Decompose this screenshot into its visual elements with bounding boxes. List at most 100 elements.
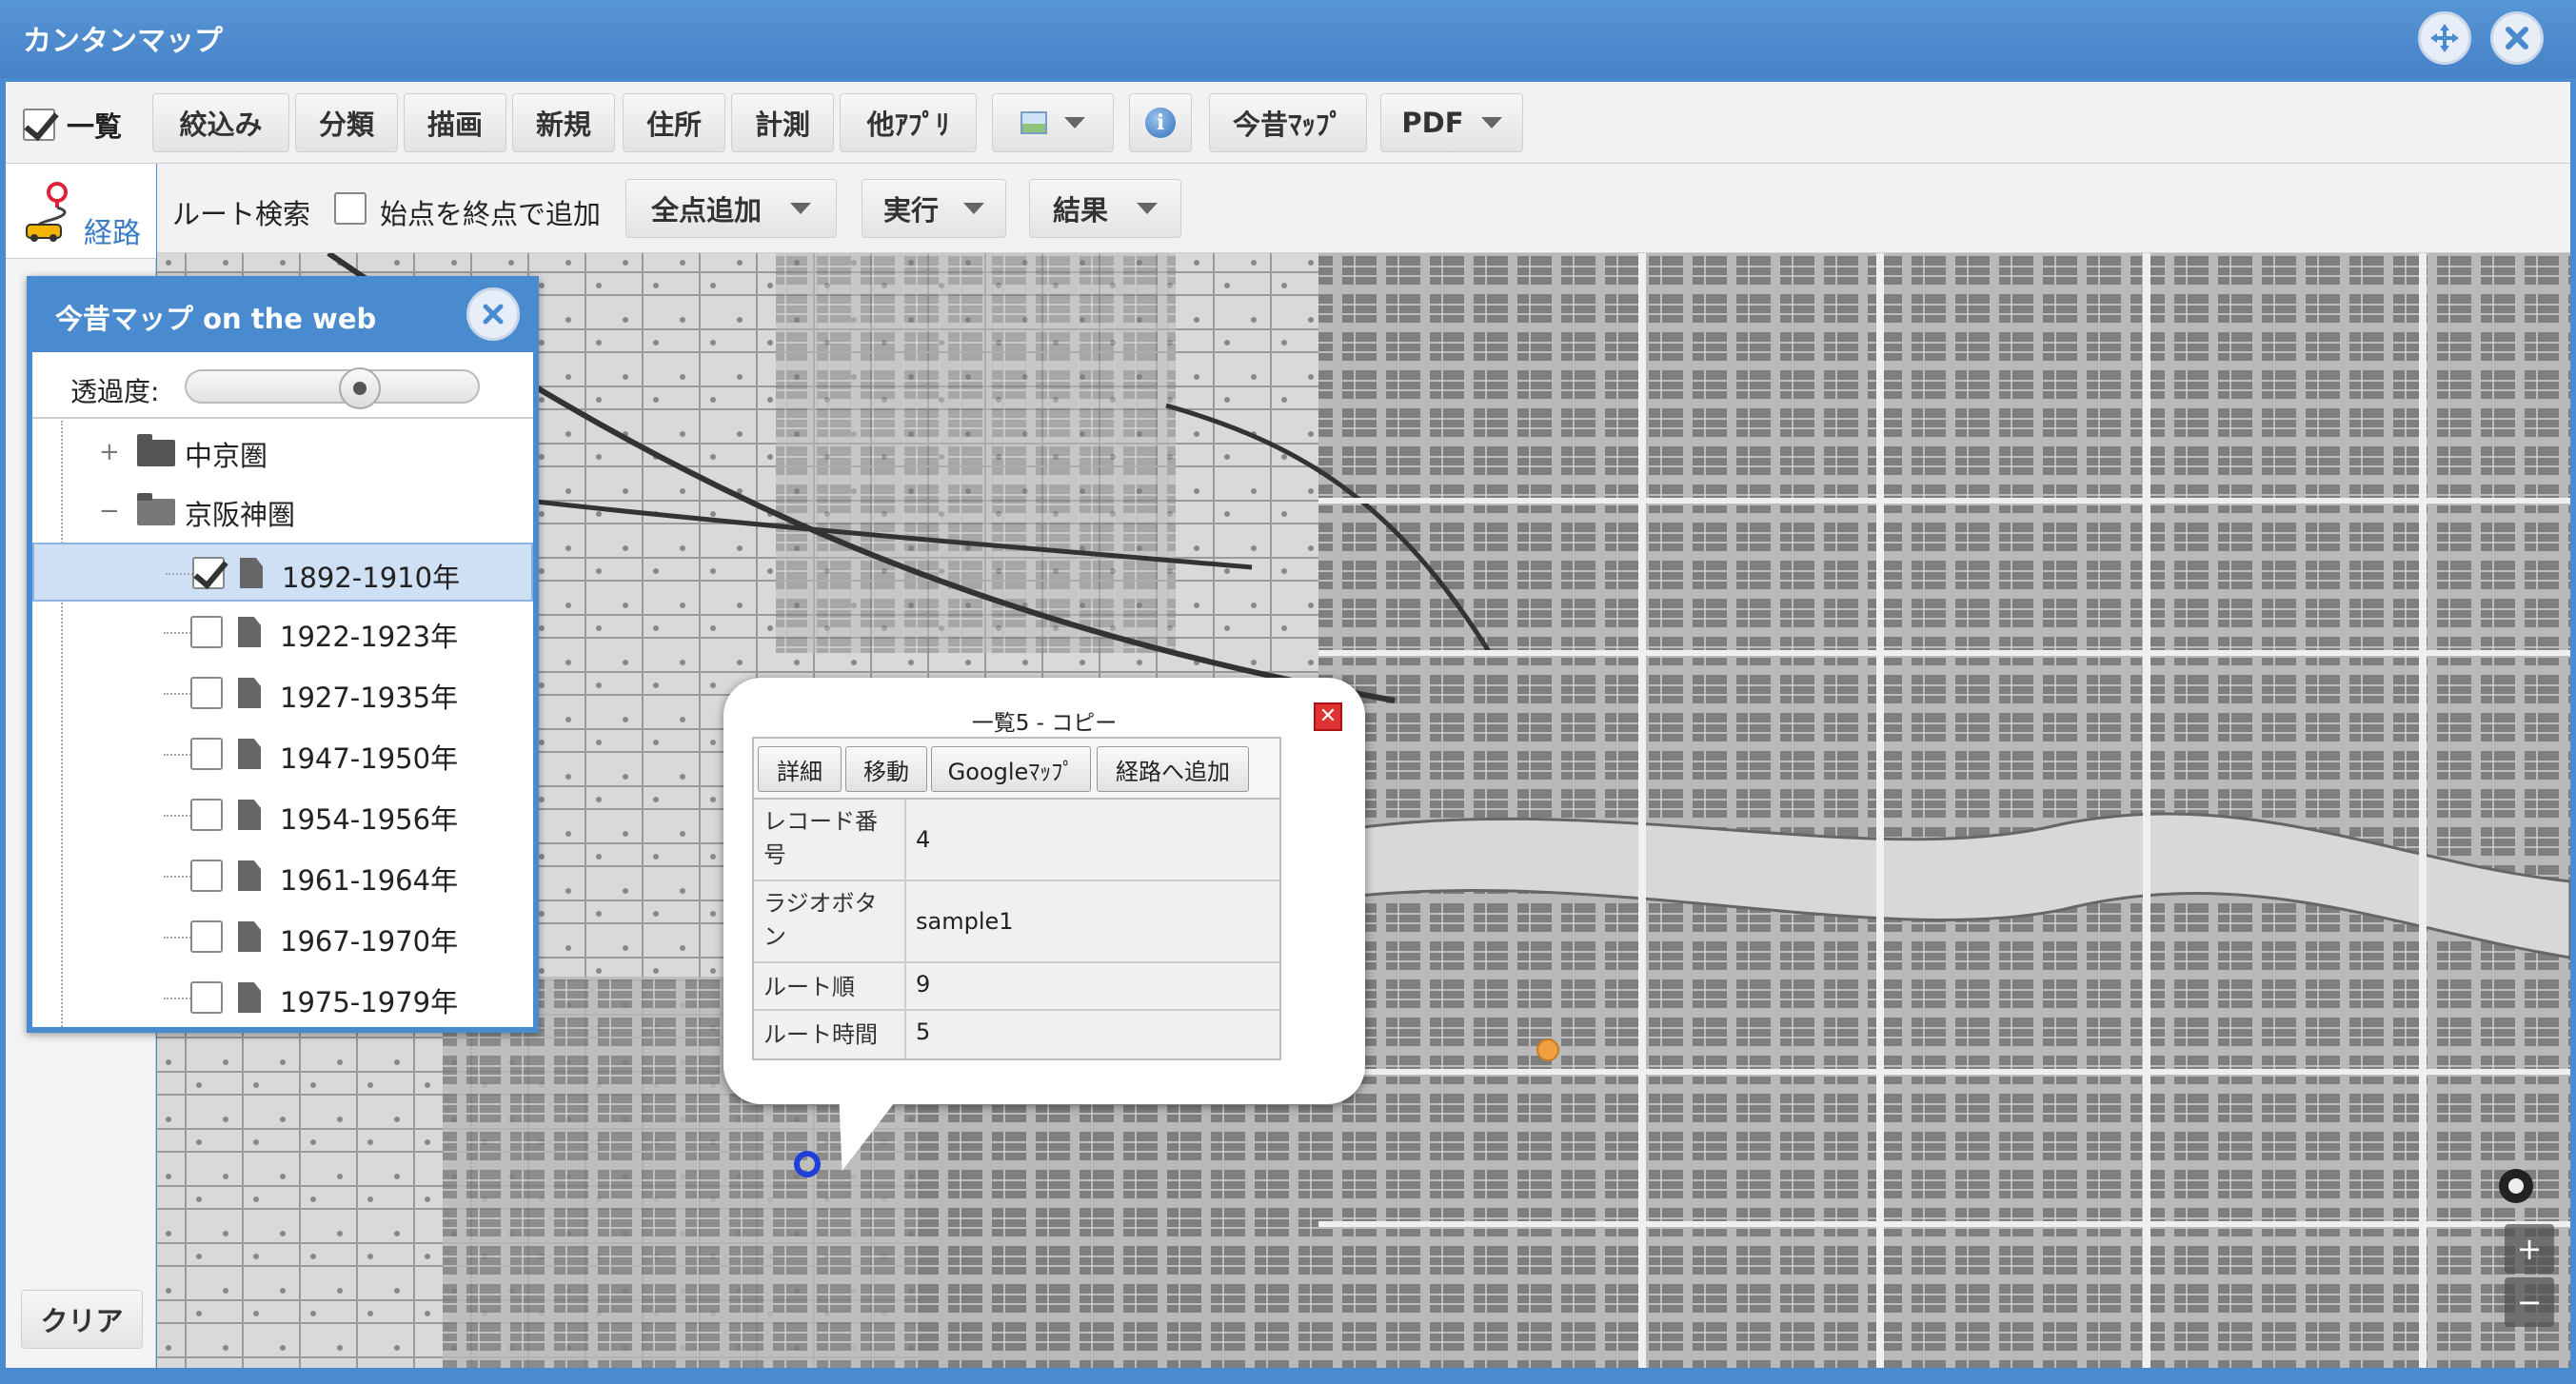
draw-button[interactable]: 描画 [404,93,506,152]
route-tab[interactable]: 経路 [6,164,156,259]
layer-checkbox[interactable] [190,616,223,648]
layer-checkbox[interactable] [190,738,223,770]
list-checkbox[interactable] [23,109,55,141]
document-icon [238,982,261,1013]
chevron-down-icon [1137,203,1158,214]
clear-button[interactable]: クリア [21,1290,143,1349]
popup-button-row: 詳細 移動 Googleﾏｯﾌﾟ 経路へ追加 [754,739,1279,800]
row-key: ラジオボタン [754,881,906,961]
category-button[interactable]: 分類 [295,93,398,152]
route-toolbar: ルート検索 始点を終点で追加 全点追加 実行 結果 [157,164,2570,253]
document-icon [238,800,261,830]
document-icon [238,921,261,952]
pdf-label: PDF [1401,107,1464,139]
row-key: ルート時間 [754,1011,906,1058]
layer-panel-header: 今昔マップ on the web [27,276,539,352]
measure-button[interactable]: 計測 [731,93,834,152]
popup-row-radio: ラジオボタン sample1 [754,881,1279,963]
popup-row-route-order: ルート順 9 [754,963,1279,1011]
start-as-end-checkbox[interactable] [334,192,367,225]
filter-button[interactable]: 絞込み [152,93,289,152]
info-icon: i [1145,108,1176,138]
close-icon[interactable] [2490,11,2544,65]
folder-label: 京阪神圏 [185,499,296,531]
layer-item[interactable]: 1922-1923年 [32,603,533,662]
row-value: sample1 [916,908,1014,935]
chevron-down-icon [1064,117,1085,129]
chevron-down-icon [963,203,984,214]
popup-row-record: レコード番号 4 [754,800,1279,881]
run-button[interactable]: 実行 [862,179,1006,238]
zoom-in-button[interactable]: + [2505,1224,2554,1274]
detail-button[interactable]: 詳細 [758,746,842,792]
feature-popup: 一覧5 - コピー ✕ 詳細 移動 Googleﾏｯﾌﾟ 経路へ追加 レコード番… [723,678,1365,1171]
list-toggle[interactable]: 一覧 [23,105,122,145]
layer-label: 1922-1923年 [280,621,459,653]
layer-checkbox[interactable] [190,860,223,892]
main-toolbar: 一覧 絞込み 分類 描画 新規 住所 計測 他ｱﾌﾟﾘ i 今昔ﾏｯﾌﾟ PDF [6,82,2570,164]
popup-close-icon[interactable]: ✕ [1314,702,1342,731]
pdf-button[interactable]: PDF [1380,93,1523,152]
map-image-icon [1020,111,1047,134]
run-label: 実行 [882,194,939,227]
layer-item[interactable]: 1975-1979年 [32,969,533,1027]
layer-label: 1975-1979年 [280,986,459,1018]
add-all-points-button[interactable]: 全点追加 [625,179,837,238]
result-button[interactable]: 結果 [1029,179,1181,238]
window-title: カンタンマップ [23,25,223,58]
folder-label: 中京圏 [185,440,268,472]
document-icon [238,860,261,891]
start-as-end-label: 始点を終点で追加 [380,198,602,230]
zoom-out-button[interactable]: − [2505,1277,2554,1327]
layer-item[interactable]: 1967-1970年 [32,908,533,967]
chevron-down-icon [1480,117,1502,129]
document-icon [238,617,261,647]
row-value: 5 [916,1018,931,1045]
app-window: カンタンマップ 一覧 絞込み 分類 描画 新規 住所 計測 他ｱﾌﾟﾘ i 今昔… [0,0,2576,1384]
map-marker-orange [1536,1038,1559,1061]
folder-chukyo[interactable]: + 中京圏 [32,423,533,482]
folder-open-icon [137,493,175,525]
opacity-slider[interactable] [185,367,480,409]
close-icon[interactable] [466,287,520,341]
popup-title: 一覧5 - コピー [971,711,1118,736]
layer-checkbox[interactable] [192,557,225,589]
row-key: レコード番号 [754,800,906,880]
layer-checkbox[interactable] [190,981,223,1014]
layer-item[interactable]: 1961-1964年 [32,847,533,906]
title-bar: カンタンマップ [0,0,2576,78]
konjaku-map-button[interactable]: 今昔ﾏｯﾌﾟ [1209,93,1367,152]
layer-checkbox[interactable] [190,799,223,831]
layer-item[interactable]: 1927-1935年 [32,664,533,723]
layer-item[interactable]: 1947-1950年 [32,725,533,784]
layer-checkbox[interactable] [190,677,223,709]
move-button[interactable]: 移動 [845,746,927,792]
layer-label: 1961-1964年 [280,864,459,897]
result-label: 結果 [1052,194,1108,227]
row-key: ルート順 [754,963,906,1009]
layer-label: 1927-1935年 [280,682,459,714]
layer-checkbox[interactable] [190,920,223,953]
layer-label: 1892-1910年 [282,562,461,594]
layer-panel-title: 今昔マップ on the web [55,303,377,335]
opacity-slider-knob[interactable] [338,367,381,409]
list-label: 一覧 [67,110,123,143]
konjaku-layer-panel: 今昔マップ on the web 透過度: + 中京圏 − 京阪神圏 1892-… [27,276,539,1033]
google-map-button[interactable]: Googleﾏｯﾌﾟ [931,746,1091,792]
expand-plus-icon[interactable]: + [99,440,120,465]
document-icon [238,739,261,769]
image-menu-button[interactable] [992,93,1114,152]
route-car-icon [26,182,68,242]
move-icon[interactable] [2418,11,2471,65]
layer-item[interactable]: 1954-1956年 [32,786,533,845]
info-button[interactable]: i [1129,93,1192,152]
folder-keihanshin[interactable]: − 京阪神圏 [32,482,533,541]
address-button[interactable]: 住所 [623,93,725,152]
add-to-route-button[interactable]: 経路へ追加 [1097,746,1249,792]
new-button[interactable]: 新規 [512,93,615,152]
add-all-label: 全点追加 [650,194,762,227]
layer-item[interactable]: 1892-1910年 [32,543,533,602]
collapse-minus-icon[interactable]: − [99,499,120,524]
popup-row-route-time: ルート時間 5 [754,1011,1279,1058]
other-apps-button[interactable]: 他ｱﾌﾟﾘ [840,93,977,152]
